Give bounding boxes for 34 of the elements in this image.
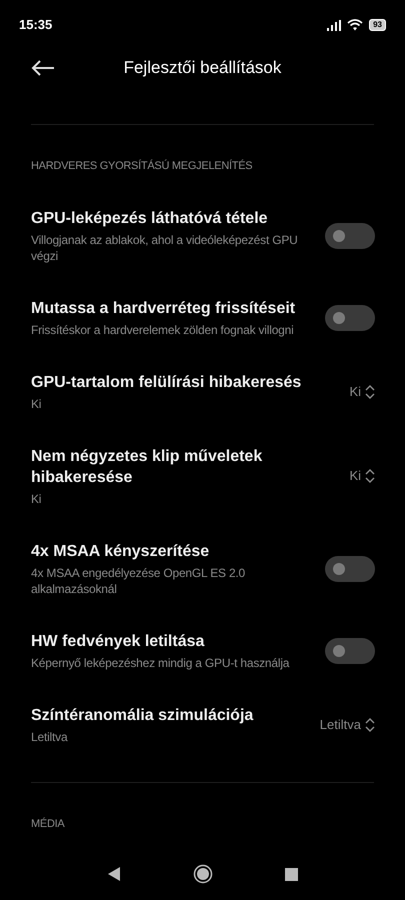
setting-description: Villogjanak az ablakok, ahol a videóleképezést GPU végzi [31,232,299,264]
toggle-switch[interactable] [325,304,375,330]
status-time: 15:35 [19,16,52,34]
picker-value[interactable]: Ki [349,466,361,486]
setting-description: Ki [31,396,42,412]
setting-title: Nem négyzetes klip műveletek hibakeresése [31,446,264,488]
section-header: HARDVERES GYORSÍTÁSÚ MEGJELENÍTÉS [31,158,254,174]
nav-recents-button[interactable] [285,868,298,880]
battery-indicator: 93 [369,19,386,31]
toggle-switch[interactable] [325,638,375,664]
page-title: Fejlesztői beállítások [124,57,282,80]
setting-title: GPU-leképezés láthatóvá tétele [31,208,269,228]
up-down-chevron-icon [365,468,375,484]
up-down-chevron-icon [365,716,375,732]
setting-title: Színtéranomália szimulációja [31,706,254,726]
setting-description: Frissítéskor a hardverelemek zölden fognak villogni [31,322,295,338]
toggle-switch[interactable] [325,222,375,248]
setting-title: Mutassa a hardverréteg frissítéseit [31,298,296,318]
setting-title: 4x MSAA kényszerítése [31,542,210,562]
picker-value[interactable]: Ki [349,382,361,402]
picker-value[interactable]: Letiltva [320,714,361,734]
setting-title: HW fedvények letiltása [31,632,206,652]
nav-home-button[interactable] [193,864,213,884]
toggle-switch[interactable] [325,556,375,582]
setting-description: Letiltva [31,728,69,744]
setting-description: 4x MSAA engedélyezése OpenGL ES 2.0 alkalmazásoknál [31,564,246,596]
wifi-icon [347,19,364,31]
setting-title: GPU-tartalom felülírási hibakeresés [31,372,302,392]
nav-back-button[interactable] [107,866,121,882]
setting-description: Képernyő leképezéshez mindig a GPU-t használja [31,654,290,670]
setting-description: Ki [31,490,42,506]
section-header: MÉDIA [31,816,66,832]
up-down-chevron-icon [365,384,375,400]
signal-icon [327,20,342,30]
